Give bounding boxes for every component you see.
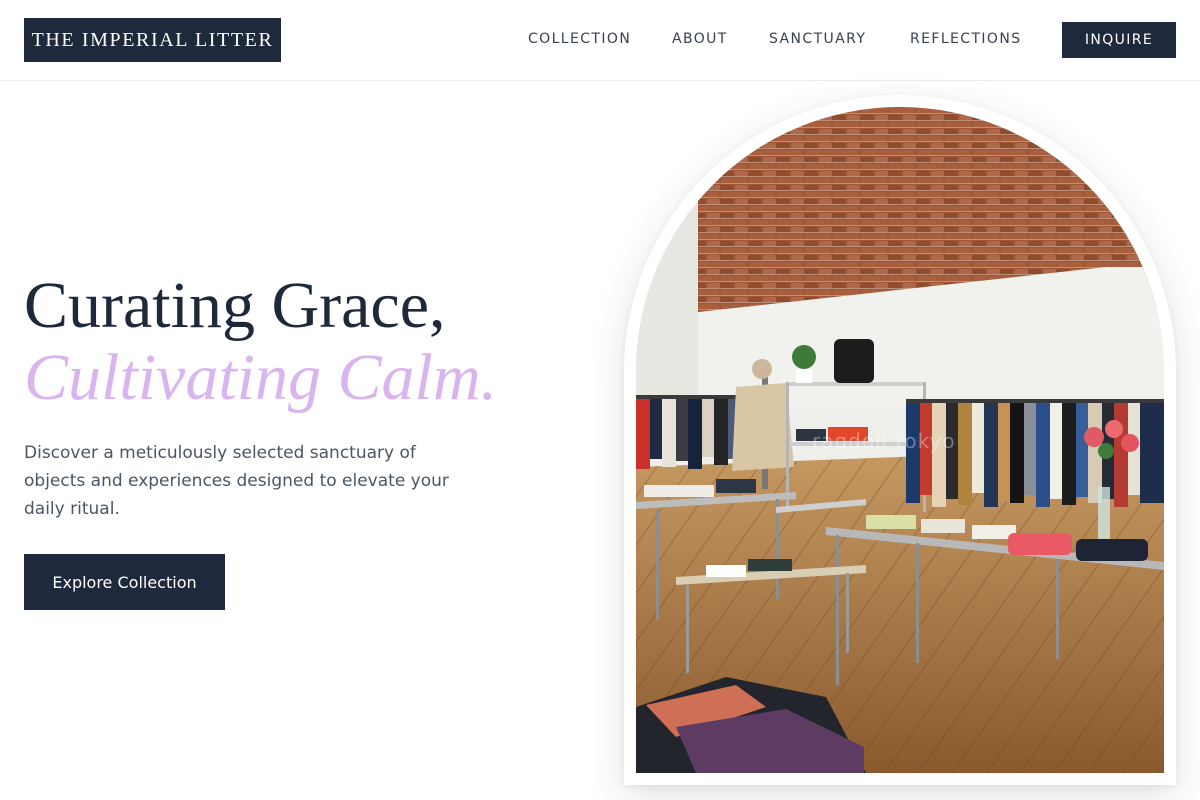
explore-collection-button[interactable]: Explore Collection: [24, 554, 225, 610]
hero-heading: Curating Grace, Cultivating Calm.: [24, 270, 624, 414]
main-nav: COLLECTION ABOUT SANCTUARY REFLECTIONS: [0, 30, 1200, 50]
image-watermark: ragdoll tokyo: [812, 429, 956, 453]
nav-link-sanctuary[interactable]: SANCTUARY: [769, 30, 866, 48]
nav-link-collection[interactable]: COLLECTION: [528, 30, 631, 48]
boutique-interior-image: ragdoll tokyo: [636, 107, 1164, 773]
hero-heading-line1: Curating Grace,: [24, 269, 446, 342]
nav-link-reflections[interactable]: REFLECTIONS: [910, 30, 1022, 48]
nav-link-about[interactable]: ABOUT: [672, 30, 728, 48]
hero-description: Discover a meticulously selected sanctua…: [24, 443, 449, 519]
hero-image-frame: ragdoll tokyo: [624, 95, 1176, 785]
inquire-button[interactable]: INQUIRE: [1062, 22, 1176, 58]
site-header: THE IMPERIAL LITTER COLLECTION ABOUT SAN…: [0, 0, 1200, 81]
hero-heading-line2: Cultivating Calm.: [24, 341, 498, 414]
